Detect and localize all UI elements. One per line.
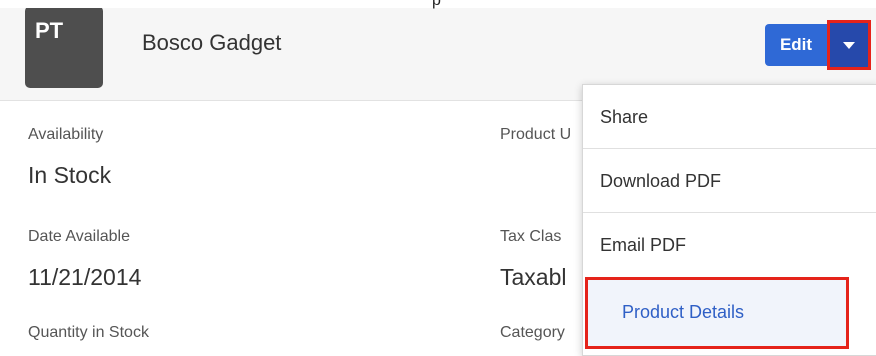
field-date-available: Date Available 11/21/2014 (28, 228, 141, 291)
top-clip: p (0, 0, 876, 9)
field-label: Availability (28, 126, 104, 143)
avatar: PT (25, 6, 103, 88)
avatar-initials: PT (35, 18, 64, 43)
field-label: Product U (500, 126, 572, 143)
clipped-text: p (432, 0, 441, 9)
field-value: Taxabl (500, 264, 567, 290)
field-label: Category (500, 324, 565, 341)
field-quantity-in-stock: Quantity in Stock (28, 324, 149, 342)
field-value: 11/21/2014 (28, 264, 142, 290)
field-availability: Availability In Stock (28, 126, 111, 189)
edit-button[interactable]: Edit (765, 24, 827, 66)
field-label: Quantity in Stock (28, 324, 149, 341)
chevron-down-icon (843, 42, 855, 49)
menu-item-download-pdf[interactable]: Download PDF (583, 149, 876, 213)
field-value: In Stock (28, 162, 112, 188)
actions-dropdown-menu: Share Download PDF Email PDF Product Det… (582, 84, 876, 356)
field-tax-class: Tax Clas Taxabl (500, 228, 566, 291)
record-name: Bosco Gadget (142, 30, 282, 55)
menu-item-product-details[interactable]: Product Details (585, 277, 849, 349)
menu-item-share[interactable]: Share (583, 85, 876, 149)
field-category: Category (500, 324, 565, 342)
field-product-u: Product U (500, 126, 571, 144)
field-label: Tax Clas (500, 228, 562, 245)
menu-item-email-pdf[interactable]: Email PDF (583, 213, 876, 277)
actions-dropdown-button[interactable] (827, 20, 871, 70)
field-label: Date Available (28, 228, 130, 245)
